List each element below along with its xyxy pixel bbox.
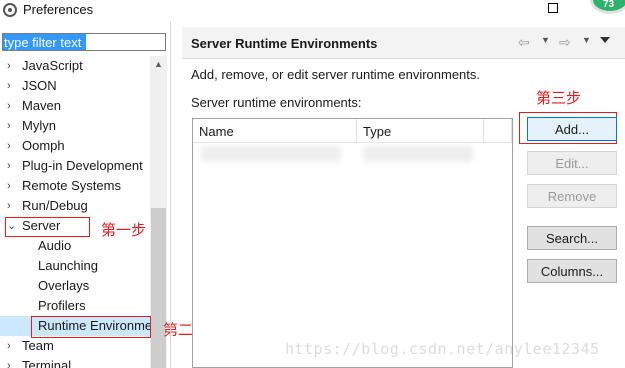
- blurred-name-cell: [201, 146, 341, 162]
- back-dropdown-icon[interactable]: ▼: [541, 35, 550, 45]
- tree-item-label: Run/Debug: [22, 198, 88, 213]
- tree-item-label: Team: [22, 338, 54, 353]
- tree-item-mylyn[interactable]: › Mylyn: [0, 116, 150, 136]
- page-title: Server Runtime Environments: [191, 36, 378, 51]
- tree-item-terminal[interactable]: › Terminal: [0, 356, 150, 368]
- expand-arrow-icon[interactable]: ›: [7, 156, 17, 176]
- forward-dropdown-icon[interactable]: ▼: [582, 35, 591, 45]
- tree-item-label: Remote Systems: [22, 178, 121, 193]
- expand-arrow-icon[interactable]: ›: [7, 136, 17, 156]
- tree-item-javascript[interactable]: › JavaScript: [0, 56, 150, 76]
- tree-item-label: Profilers: [38, 298, 86, 313]
- tree-item-run-debug[interactable]: › Run/Debug: [0, 196, 150, 216]
- app-icon: [3, 3, 17, 17]
- tree-item-oomph[interactable]: › Oomph: [0, 136, 150, 156]
- view-menu-icon[interactable]: [600, 37, 610, 43]
- tree-item-overlays[interactable]: Overlays: [0, 276, 150, 296]
- tree-item-label: JSON: [22, 78, 57, 93]
- tree-item-label: Mylyn: [22, 118, 56, 133]
- watermark: https://blog.csdn.net/anylee12345: [285, 340, 600, 358]
- tree-item-remote-systems[interactable]: › Remote Systems: [0, 176, 150, 196]
- column-header-filler: [484, 119, 512, 143]
- tree-item-maven[interactable]: › Maven: [0, 96, 150, 116]
- pane-divider[interactable]: [170, 22, 171, 368]
- badge-text: 73: [603, 0, 615, 10]
- tree-item-label: Maven: [22, 98, 62, 113]
- maximize-icon[interactable]: [548, 3, 558, 13]
- column-header-type[interactable]: Type: [357, 119, 484, 143]
- page-header: Server Runtime Environments ⇦ ▼ ⇨ ▼: [182, 27, 625, 59]
- expand-arrow-icon[interactable]: ›: [7, 196, 17, 216]
- tree-item-label: JavaScript: [22, 58, 83, 73]
- expand-arrow-icon[interactable]: ›: [7, 76, 17, 96]
- tree-item-label: Launching: [38, 258, 98, 273]
- tree-item-profilers[interactable]: Profilers: [0, 296, 150, 316]
- tree-item-team[interactable]: › Team: [0, 336, 150, 356]
- remove-button[interactable]: Remove: [527, 184, 617, 208]
- expand-arrow-icon[interactable]: ›: [7, 116, 17, 136]
- scroll-up-icon[interactable]: ▲: [150, 56, 167, 73]
- tree-item-label: Plug-in Development: [22, 158, 143, 173]
- runtime-table[interactable]: Name Type: [192, 118, 513, 368]
- back-arrow-icon[interactable]: ⇦: [518, 34, 530, 51]
- tree-item-label: Terminal: [22, 358, 72, 368]
- tree-item-launching[interactable]: Launching: [0, 256, 150, 276]
- columns-button[interactable]: Columns...: [527, 259, 617, 283]
- table-label: Server runtime environments:: [191, 95, 362, 110]
- edit-button[interactable]: Edit...: [527, 151, 617, 175]
- annotation-step3: 第三步: [536, 89, 582, 107]
- tree-item-json[interactable]: › JSON: [0, 76, 150, 96]
- filter-input[interactable]: [2, 33, 166, 51]
- overlay-badge: 73: [590, 0, 625, 14]
- tree-item-plugin-development[interactable]: › Plug-in Development: [0, 156, 150, 176]
- annotation-box-runtime: [31, 316, 151, 338]
- blurred-type-cell: [363, 146, 473, 162]
- search-button[interactable]: Search...: [527, 226, 617, 250]
- expand-arrow-icon[interactable]: ›: [7, 356, 17, 368]
- expand-arrow-icon[interactable]: ›: [7, 176, 17, 196]
- annotation-step1: 第一步: [101, 221, 147, 239]
- window-title: Preferences: [23, 2, 94, 17]
- title-bar: Preferences 73: [0, 0, 625, 22]
- tree-item-label: Oomph: [22, 138, 65, 153]
- expand-arrow-icon[interactable]: ›: [7, 96, 17, 116]
- tree-item-label: Overlays: [38, 278, 90, 293]
- page-description: Add, remove, or edit server runtime envi…: [191, 67, 481, 82]
- expand-arrow-icon[interactable]: ›: [7, 336, 17, 356]
- scroll-thumb[interactable]: [151, 208, 166, 368]
- forward-arrow-icon[interactable]: ⇨: [559, 34, 571, 51]
- column-header-name[interactable]: Name: [193, 119, 357, 143]
- annotation-box-server: [5, 217, 90, 237]
- expand-arrow-icon[interactable]: ›: [7, 56, 17, 76]
- add-button[interactable]: Add...: [527, 117, 617, 141]
- tree-item-label: Audio: [38, 238, 72, 253]
